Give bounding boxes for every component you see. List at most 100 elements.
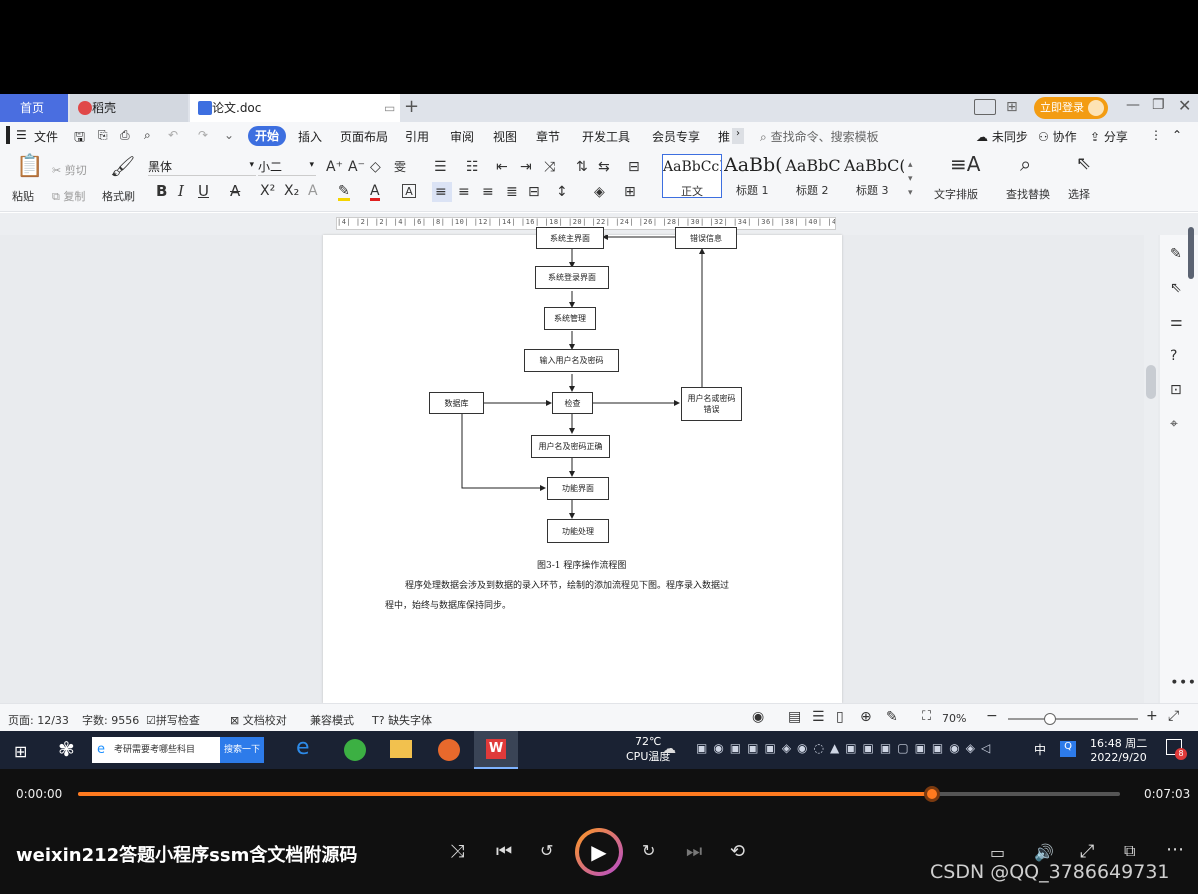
- menu-recommend[interactable]: 推: [718, 128, 730, 145]
- align-center-icon[interactable]: ≡: [458, 185, 470, 199]
- forward-30-icon[interactable]: ↻: [642, 841, 655, 860]
- ime-indicator[interactable]: 中: [1034, 741, 1046, 758]
- bold-icon[interactable]: B: [156, 184, 167, 199]
- more-menu-icon[interactable]: ⋮: [1150, 128, 1162, 142]
- collab-button[interactable]: ⚇ 协作: [1038, 128, 1077, 145]
- system-tray-icons[interactable]: ▣◉▣▣▣◈◉◌▲▣▣▣▢▣▣◉◈◁: [696, 741, 996, 755]
- borders-icon[interactable]: ⊞: [624, 185, 636, 199]
- fit-page-icon[interactable]: ⛶: [922, 709, 931, 724]
- login-button[interactable]: 立即登录: [1034, 97, 1108, 119]
- more-options-icon[interactable]: ⋯: [1166, 839, 1184, 860]
- undo-icon[interactable]: ↶: [168, 128, 178, 142]
- clear-format-icon[interactable]: ◇: [370, 160, 381, 174]
- zoom-in-icon[interactable]: +: [1146, 708, 1158, 724]
- shuffle-icon[interactable]: ⤨: [450, 841, 464, 862]
- taskbar-search-button[interactable]: 搜索一下: [220, 737, 264, 763]
- menu-view[interactable]: 视图: [493, 128, 517, 145]
- tab-marks-icon[interactable]: ⊟: [628, 160, 640, 174]
- panel-handle[interactable]: [1188, 227, 1194, 279]
- phonetic-icon[interactable]: 雯: [394, 160, 406, 174]
- eye-icon[interactable]: ◉: [752, 709, 764, 725]
- missing-font-button[interactable]: T? 缺失字体: [372, 712, 432, 728]
- menu-chapter[interactable]: 章节: [536, 128, 560, 145]
- style-heading-3[interactable]: AaBbC( 标题 3: [844, 154, 904, 198]
- fullscreen-icon[interactable]: ⤢: [1168, 708, 1179, 724]
- menu-icon[interactable]: ☰: [16, 128, 27, 142]
- search-command[interactable]: ⌕ 查找命令、搜索模板: [760, 128, 879, 145]
- cut-button[interactable]: ✂ 剪切: [52, 162, 87, 178]
- notification-icon[interactable]: 8: [1166, 739, 1187, 760]
- play-button[interactable]: ▶: [575, 828, 623, 876]
- format-painter-button[interactable]: 格式刷: [102, 188, 135, 204]
- annotate-icon[interactable]: ✎: [886, 709, 898, 725]
- tab-document[interactable]: 论文.doc ▭: [190, 94, 400, 122]
- layout-icon[interactable]: [974, 99, 996, 115]
- text-layout-button[interactable]: 文字排版: [934, 186, 978, 202]
- align-left-icon[interactable]: ≡: [432, 182, 452, 202]
- navigation-icon[interactable]: ⌖: [1170, 417, 1178, 431]
- menu-file[interactable]: 文件: [34, 128, 58, 145]
- font-family-select[interactable]: 黑体 ▾: [148, 158, 256, 176]
- monitor-icon[interactable]: ▭: [384, 94, 395, 122]
- menu-references[interactable]: 引用: [405, 128, 429, 145]
- read-view-icon[interactable]: ▯: [836, 709, 844, 725]
- zoom-slider[interactable]: [1008, 713, 1138, 725]
- indent-icon[interactable]: ⇥: [520, 160, 532, 174]
- progress-thumb[interactable]: [924, 786, 941, 802]
- distribute-icon[interactable]: ⊟: [528, 185, 540, 199]
- windows-start-icon[interactable]: ⊞: [14, 742, 27, 761]
- cursor-icon[interactable]: ⇖: [1076, 154, 1091, 174]
- previous-icon[interactable]: ⏮: [496, 841, 512, 862]
- collapse-ribbon-icon[interactable]: ⌃: [1172, 128, 1182, 142]
- numbering-icon[interactable]: ☷: [466, 160, 479, 174]
- menu-member[interactable]: 会员专享: [652, 128, 700, 145]
- find-icon[interactable]: ⌕: [1020, 154, 1031, 174]
- file-explorer-icon[interactable]: [390, 740, 412, 758]
- green-browser-icon[interactable]: [344, 739, 366, 761]
- line-spacing-icon[interactable]: ↕: [556, 185, 568, 199]
- web-view-icon[interactable]: ⊕: [860, 709, 872, 725]
- text-layout-icon[interactable]: ≡A: [950, 154, 980, 174]
- export-icon[interactable]: ⎘: [98, 128, 108, 143]
- sort-icon[interactable]: ⇅: [576, 160, 588, 174]
- qq-browser-icon[interactable]: Q: [1060, 741, 1076, 757]
- menu-start[interactable]: 开始: [248, 126, 286, 146]
- outdent-icon[interactable]: ⇤: [496, 160, 508, 174]
- doc-check-icon[interactable]: ⊡: [1170, 383, 1182, 397]
- expand-icon[interactable]: ⤢: [1080, 841, 1094, 862]
- outline-view-icon[interactable]: ☰: [812, 709, 825, 725]
- page-view-icon[interactable]: ▤: [788, 709, 801, 725]
- restore-icon[interactable]: ❐: [1152, 97, 1165, 113]
- quick-access-chevron-icon[interactable]: ⌄: [224, 128, 234, 142]
- scrollbar-thumb[interactable]: [1146, 365, 1156, 399]
- more-dots-icon[interactable]: ∙∙∙: [1170, 675, 1196, 689]
- media-player-icon[interactable]: [438, 739, 460, 761]
- bullets-icon[interactable]: ☰: [434, 160, 447, 174]
- app-launcher-icon[interactable]: ✾: [58, 737, 75, 761]
- tab-daoke[interactable]: 稻壳: [70, 94, 188, 122]
- progress-track[interactable]: [78, 786, 1120, 802]
- rewind-10-icon[interactable]: ↺: [540, 841, 553, 860]
- new-tab-button[interactable]: +: [404, 96, 419, 117]
- select-button[interactable]: 选择: [1068, 186, 1090, 202]
- italic-icon[interactable]: I: [178, 184, 184, 199]
- menu-more-icon[interactable]: ›: [732, 128, 744, 144]
- styles-scroll-icon[interactable]: ▴ ▾ ▾: [908, 158, 913, 200]
- sync-status[interactable]: ☁ 未同步: [976, 128, 1028, 145]
- superscript-icon[interactable]: X²: [260, 184, 275, 198]
- show-marks-icon[interactable]: ⇆: [598, 160, 610, 174]
- justify-icon[interactable]: ≣: [506, 185, 518, 199]
- next-icon[interactable]: ⏭: [686, 841, 702, 862]
- copy-button[interactable]: ⧉ 复制: [52, 188, 85, 204]
- style-heading-2[interactable]: AaBbC 标题 2: [784, 154, 842, 198]
- align-right-icon[interactable]: ≡: [482, 185, 494, 199]
- grid-icon[interactable]: ⊞: [1006, 99, 1018, 115]
- loop-icon[interactable]: ⟲: [730, 841, 745, 862]
- menu-developer[interactable]: 开发工具: [582, 128, 630, 145]
- preview-icon[interactable]: ⌕: [144, 128, 151, 143]
- ie-browser-icon[interactable]: e: [296, 735, 310, 760]
- pen-icon[interactable]: ✎: [1170, 247, 1182, 261]
- wps-taskbar-item[interactable]: W: [474, 731, 518, 769]
- redo-icon[interactable]: ↷: [198, 128, 208, 142]
- grow-font-icon[interactable]: A⁺: [326, 160, 343, 174]
